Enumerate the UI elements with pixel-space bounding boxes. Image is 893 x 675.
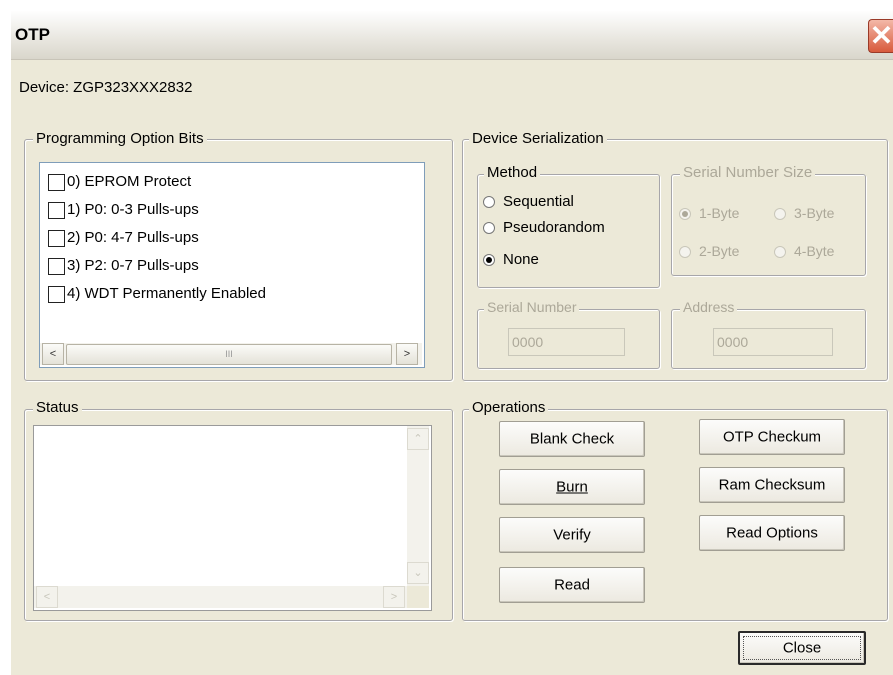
- option-bit-1[interactable]: 1) P0: 0-3 Pulls-ups: [48, 201, 199, 219]
- method-sequential[interactable]: Sequential: [483, 193, 574, 210]
- option-bit-2[interactable]: 2) P0: 4-7 Pulls-ups: [48, 229, 199, 247]
- serial-size-group-label: Serial Number Size: [680, 164, 816, 181]
- method-pseudorandom[interactable]: Pseudorandom: [483, 219, 605, 236]
- read-options-button[interactable]: Read Options: [699, 515, 845, 551]
- status-textarea[interactable]: ⌃ ⌄ < >: [33, 425, 432, 611]
- burn-button[interactable]: Burn: [499, 469, 645, 505]
- radio-selected-icon[interactable]: [679, 208, 691, 221]
- size-3-byte[interactable]: 3-Byte: [774, 205, 834, 221]
- serialization-group-label: Device Serialization: [469, 130, 607, 147]
- scroll-left-icon[interactable]: <: [36, 586, 58, 608]
- verify-button[interactable]: Verify: [499, 517, 645, 553]
- status-group-label: Status: [33, 399, 82, 416]
- radio-icon[interactable]: [483, 222, 495, 235]
- read-button[interactable]: Read: [499, 567, 645, 603]
- scroll-up-icon[interactable]: ⌃: [407, 428, 429, 450]
- option-bits-group-label: Programming Option Bits: [33, 130, 207, 147]
- window-title: OTP: [15, 25, 50, 44]
- checkbox-icon[interactable]: [48, 229, 65, 247]
- blank-check-button[interactable]: Blank Check: [499, 421, 645, 457]
- option-bit-3[interactable]: 3) P2: 0-7 Pulls-ups: [48, 257, 199, 275]
- radio-icon[interactable]: [483, 196, 495, 209]
- radio-icon[interactable]: [679, 246, 691, 259]
- size-1-byte[interactable]: 1-Byte: [679, 205, 739, 221]
- otp-checksum-button[interactable]: OTP Checkum: [699, 419, 845, 455]
- size-4-byte[interactable]: 4-Byte: [774, 243, 834, 259]
- radio-icon[interactable]: [774, 246, 786, 259]
- radio-icon[interactable]: [774, 208, 786, 221]
- scroll-left-icon[interactable]: <: [42, 343, 64, 365]
- option-bits-list[interactable]: 0) EPROM Protect 1) P0: 0-3 Pulls-ups 2)…: [39, 162, 425, 368]
- scroll-right-icon[interactable]: >: [383, 586, 405, 608]
- checkbox-icon[interactable]: [48, 257, 65, 275]
- serial-size-group: [671, 174, 866, 276]
- method-group-label: Method: [484, 164, 541, 181]
- close-window-icon[interactable]: ✕: [868, 19, 893, 53]
- status-vscrollbar[interactable]: ⌃ ⌄: [407, 426, 429, 586]
- option-bits-hscrollbar[interactable]: < III >: [40, 343, 422, 365]
- method-none[interactable]: None: [483, 251, 539, 268]
- checkbox-icon[interactable]: [48, 285, 65, 303]
- ram-checksum-button[interactable]: Ram Checksum: [699, 467, 845, 503]
- serial-number-label: Serial Number: [484, 299, 580, 315]
- serial-number-field[interactable]: 0000: [508, 328, 625, 356]
- scroll-corner: [407, 586, 429, 608]
- title-bar: OTP ✕: [11, 11, 893, 60]
- operations-group-label: Operations: [469, 399, 549, 416]
- close-button[interactable]: Close: [738, 631, 866, 665]
- address-label: Address: [680, 299, 738, 315]
- scroll-thumb[interactable]: III: [66, 344, 392, 365]
- scroll-right-icon[interactable]: >: [396, 343, 418, 365]
- radio-selected-icon[interactable]: [483, 254, 495, 267]
- option-bit-4[interactable]: 4) WDT Permanently Enabled: [48, 285, 266, 303]
- status-hscrollbar[interactable]: < >: [34, 586, 407, 608]
- address-field[interactable]: 0000: [713, 328, 833, 356]
- size-2-byte[interactable]: 2-Byte: [679, 243, 739, 259]
- checkbox-icon[interactable]: [48, 173, 65, 191]
- device-label: Device: ZGP323XXX2832: [19, 79, 193, 96]
- scroll-down-icon[interactable]: ⌄: [407, 562, 429, 584]
- option-bit-0[interactable]: 0) EPROM Protect: [48, 173, 191, 191]
- otp-dialog: OTP ✕ Device: ZGP323XXX2832 Programming …: [10, 10, 893, 675]
- checkbox-icon[interactable]: [48, 201, 65, 219]
